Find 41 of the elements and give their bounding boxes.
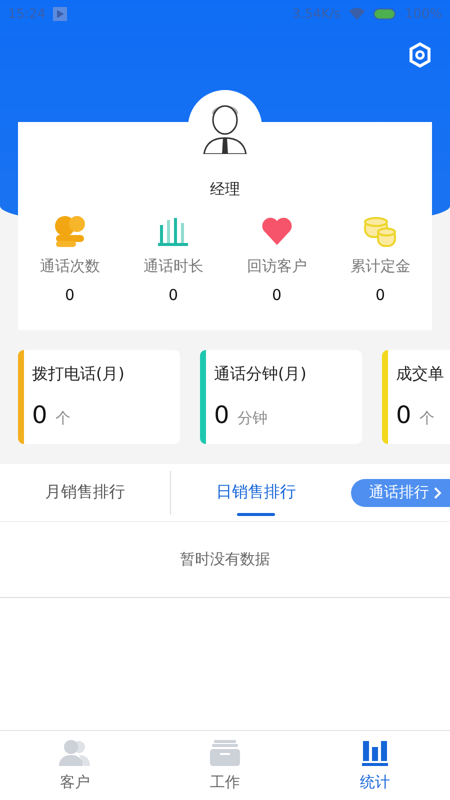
bar-chart-icon — [361, 739, 389, 767]
stat-label: 通话时长 — [143, 257, 204, 276]
stat-value: 0 — [272, 286, 282, 304]
stat-value: 0 — [64, 286, 75, 304]
stat-label: 累计定金 — [350, 257, 410, 276]
settings-icon[interactable] — [408, 42, 432, 68]
empty-message: 暂时没有数据 — [180, 550, 270, 569]
heart-icon — [260, 216, 293, 246]
network-speed: 3.54K/s — [292, 6, 341, 22]
nav-tab[interactable]: 统计 — [300, 731, 450, 800]
user-name: 经理 — [210, 180, 240, 199]
nav-tab[interactable]: 工作 — [150, 731, 300, 800]
summary-card[interactable]: 通话分钟(月) 0 分钟 — [200, 350, 362, 444]
bar-chart-icon — [157, 215, 190, 247]
card-value: 0 — [214, 401, 230, 429]
coins-icon — [363, 214, 398, 248]
card-value: 0 — [32, 401, 48, 429]
ranking-tab[interactable]: 月销售排行 — [0, 464, 170, 522]
battery-icon — [372, 8, 397, 20]
summary-card[interactable]: 成交单 0 个 — [382, 350, 450, 444]
stat-value: 0 — [168, 286, 178, 304]
card-value: 0 — [396, 401, 412, 429]
drawer-icon — [209, 739, 241, 767]
stat-label: 回访客户 — [246, 257, 307, 276]
stat-value: 0 — [375, 286, 386, 304]
wifi-icon — [348, 8, 365, 20]
card-unit: 个 — [419, 409, 434, 428]
card-unit: 个 — [55, 409, 70, 428]
status-time: 15:24 — [8, 6, 46, 22]
card-unit: 分钟 — [237, 409, 268, 428]
card-title: 成交单 — [396, 364, 445, 385]
card-title: 通话分钟(月) — [214, 364, 308, 385]
nav-tab[interactable]: 客户 — [0, 731, 150, 800]
chevron-right-icon — [433, 486, 442, 500]
ranking-tab[interactable]: 日销售排行 — [171, 464, 341, 522]
call-ranking-button[interactable]: 通话排行 — [351, 478, 450, 506]
card-title: 拨打电话(月) — [32, 364, 126, 385]
play-icon — [53, 7, 68, 21]
battery-level: 100% — [404, 6, 442, 22]
stat-label: 通话次数 — [40, 257, 100, 276]
summary-card[interactable]: 拨打电话(月) 0 个 — [18, 350, 180, 444]
